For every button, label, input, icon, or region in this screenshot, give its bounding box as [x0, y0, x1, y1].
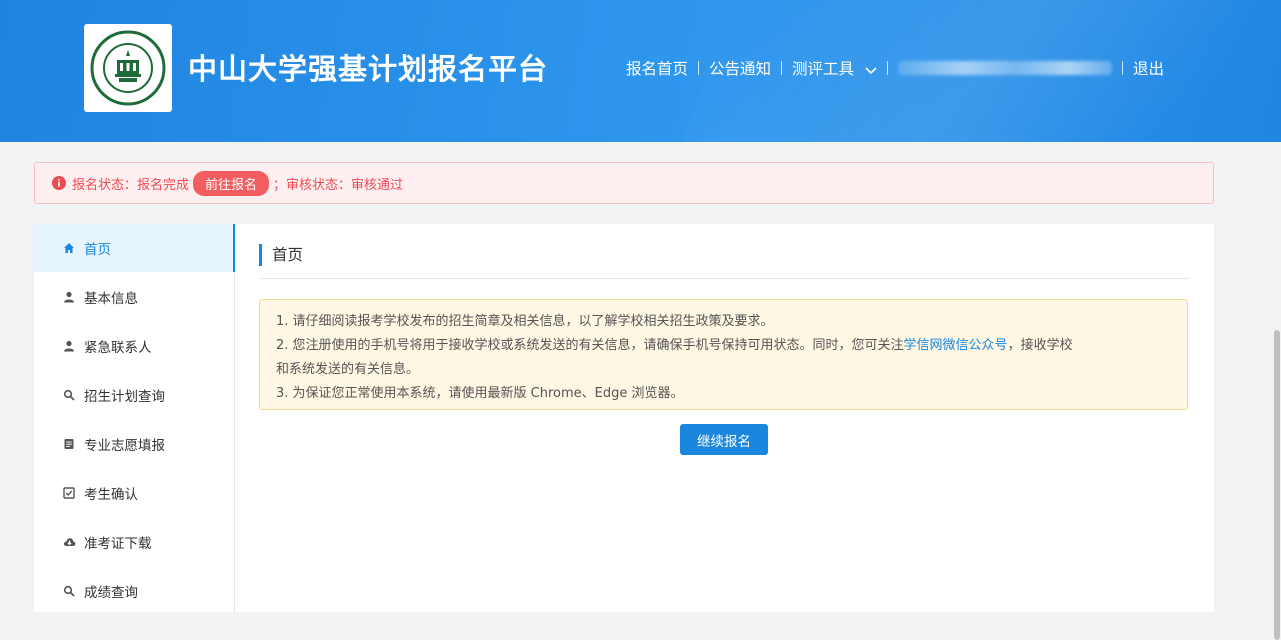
notice-line-2-text: 2. 您注册使用的手机号将用于接收学校或系统发送的有关信息，请确保手机号保持可用…: [276, 338, 904, 353]
nav-divider: [886, 61, 888, 75]
user-icon: [62, 290, 76, 304]
site-title: 中山大学强基计划报名平台: [188, 52, 549, 86]
document-icon: [62, 437, 76, 451]
top-nav: 报名首页 公告通知 测评工具 退出: [626, 56, 1164, 80]
nav-tools-label: 测评工具: [792, 60, 855, 78]
sidebar: 首页 基本信息 紧急联系人 招生计划查询 专业志愿填报 考生确认 准考证下载 成…: [34, 224, 235, 612]
university-logo[interactable]: [84, 24, 172, 112]
info-icon: [52, 176, 66, 190]
sidebar-item-score-query[interactable]: 成绩查询: [34, 566, 234, 615]
cloud-download-icon: [62, 535, 76, 549]
search-icon: [62, 388, 76, 402]
continue-registration-button[interactable]: 继续报名: [680, 424, 768, 455]
sidebar-item-enrollment-plan[interactable]: 招生计划查询: [34, 370, 234, 419]
nav-divider: [698, 61, 700, 75]
notice-line-1: 1. 请仔细阅读报考学校发布的招生简章及相关信息，以了解学校相关招生政策及要求。: [276, 314, 774, 329]
sidebar-item-emergency-contact[interactable]: 紧急联系人: [34, 321, 234, 370]
sidebar-item-home[interactable]: 首页: [34, 224, 235, 272]
sidebar-item-label: 紧急联系人: [84, 339, 152, 356]
sidebar-item-label: 考生确认: [84, 486, 138, 503]
registration-status-alert: 报名状态：报名完成 前往报名 ；审核状态：审核通过: [34, 162, 1214, 204]
sidebar-item-candidate-confirm[interactable]: 考生确认: [34, 468, 234, 517]
sidebar-item-label: 招生计划查询: [84, 388, 165, 405]
nav-tools-dropdown[interactable]: 测评工具: [792, 57, 877, 79]
notice-line-2: 2. 您注册使用的手机号将用于接收学校或系统发送的有关信息，请确保手机号保持可用…: [276, 334, 1187, 358]
sidebar-item-major-preference[interactable]: 专业志愿填报: [34, 419, 234, 468]
sidebar-item-basic-info[interactable]: 基本信息: [34, 272, 234, 321]
nav-divider: [1121, 61, 1123, 75]
sidebar-item-label: 准考证下载: [84, 535, 152, 552]
notice-line-2-tail: ，接收学校: [1007, 338, 1073, 353]
checkbox-icon: [62, 486, 76, 500]
sidebar-item-label: 基本信息: [84, 290, 138, 307]
logout-link[interactable]: 退出: [1133, 57, 1164, 79]
notice-box: 1. 请仔细阅读报考学校发布的招生简章及相关信息，以了解学校相关招生政策及要求。…: [259, 299, 1188, 410]
wechat-account-link[interactable]: 学信网微信公众号: [904, 338, 1008, 353]
university-seal-icon: [90, 30, 166, 106]
page-title: 首页: [259, 244, 303, 266]
page-scrollbar[interactable]: [1273, 142, 1281, 640]
notice-line-4: 3. 为保证您正常使用本系统，请使用最新版 Chrome、Edge 浏览器。: [276, 386, 684, 401]
go-register-button[interactable]: 前往报名: [193, 170, 270, 196]
main-panel: 首页 1. 请仔细阅读报考学校发布的招生简章及相关信息，以了解学校相关招生政策及…: [235, 224, 1214, 612]
title-divider: [259, 278, 1190, 279]
review-status-text: ；审核状态：审核通过: [273, 177, 404, 193]
sidebar-item-label: 成绩查询: [84, 584, 138, 601]
header: 中山大学强基计划报名平台 报名首页 公告通知 测评工具 退出: [0, 0, 1281, 142]
sidebar-item-admission-ticket[interactable]: 准考证下载: [34, 517, 234, 566]
user-icon: [62, 339, 76, 353]
nav-home-link[interactable]: 报名首页: [626, 57, 688, 79]
search-icon: [62, 584, 76, 598]
scrollbar-thumb[interactable]: [1274, 330, 1280, 640]
chevron-down-icon: [865, 61, 877, 79]
user-name-redacted[interactable]: [897, 61, 1112, 75]
sidebar-item-label: 首页: [84, 242, 111, 258]
nav-notice-link[interactable]: 公告通知: [709, 57, 771, 79]
registration-status-text: 报名状态：报名完成: [72, 177, 190, 193]
nav-divider: [781, 61, 783, 75]
sidebar-item-label: 专业志愿填报: [84, 437, 165, 454]
notice-line-3: 和系统发送的有关信息。: [276, 362, 420, 377]
home-icon: [62, 241, 76, 255]
